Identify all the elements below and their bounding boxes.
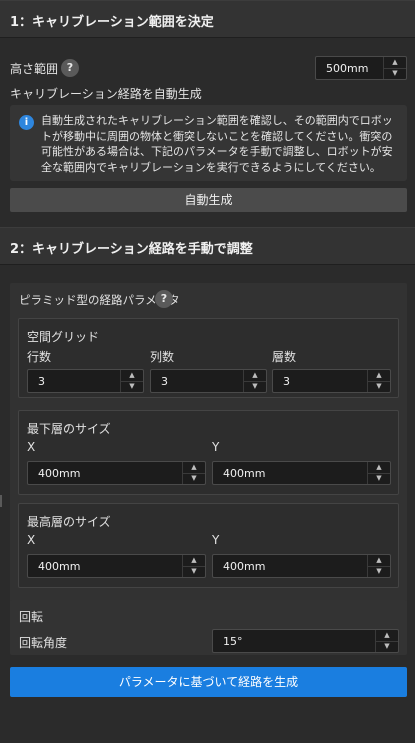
resize-handle[interactable] [0,495,2,507]
bottom-y-spinbox[interactable]: 400mm ▲ ▼ [212,461,391,485]
rows-label: 行数 [27,350,52,364]
help-icon[interactable]: ? [155,290,173,308]
rotation-angle-label: 回転角度 [19,636,68,650]
auto-generate-button[interactable]: 自動生成 [10,188,407,212]
help-icon[interactable]: ? [61,59,79,77]
section2-title: 2：キャリブレーション経路を手動で調整 [10,242,253,257]
info-box: i 自動生成されたキャリブレーション範囲を確認し、その範囲内でロボットが移動中に… [10,105,407,181]
bottom-x-value: 400mm [38,467,81,480]
top-x-spinbox[interactable]: 400mm ▲ ▼ [27,554,206,578]
auto-path-label: キャリブレーション経路を自動生成 [10,87,202,101]
section1-header: 1：キャリブレーション範囲を決定 [0,0,415,38]
decrement-arrow-icon[interactable]: ▼ [376,641,398,652]
info-icon: i [19,115,34,130]
decrement-arrow-icon[interactable]: ▼ [121,381,143,392]
top-layer-title: 最高層のサイズ [27,515,111,529]
cols-spinbox[interactable]: 3 ▲ ▼ [150,369,267,393]
bottom-x-label: X [27,440,36,454]
rows-value: 3 [38,375,45,388]
layers-label: 層数 [272,350,297,364]
info-text: 自動生成されたキャリブレーション範囲を確認し、その範囲内でロボットが移動中に周囲… [41,114,393,174]
rows-spinbox[interactable]: 3 ▲ ▼ [27,369,144,393]
cols-label: 列数 [150,350,175,364]
decrement-arrow-icon[interactable]: ▼ [368,381,390,392]
top-y-label: Y [212,533,220,547]
height-range-label: 高さ範囲 [10,62,59,76]
decrement-arrow-icon[interactable]: ▼ [183,473,205,484]
rotation-angle-value: 15° [223,635,243,648]
decrement-arrow-icon[interactable]: ▼ [183,566,205,577]
top-y-value: 400mm [223,560,266,573]
decrement-arrow-icon[interactable]: ▼ [384,68,406,79]
bottom-x-spinbox[interactable]: 400mm ▲ ▼ [27,461,206,485]
bottom-y-value: 400mm [223,467,266,480]
decrement-arrow-icon[interactable]: ▼ [244,381,266,392]
top-y-spinbox[interactable]: 400mm ▲ ▼ [212,554,391,578]
decrement-arrow-icon[interactable]: ▼ [368,566,390,577]
rotation-title: 回転 [19,610,44,624]
generate-path-button[interactable]: パラメータに基づいて経路を生成 [10,667,407,697]
bottom-layer-title: 最下層のサイズ [27,422,111,436]
top-x-value: 400mm [38,560,81,573]
spatial-grid-title: 空間グリッド [27,330,100,344]
top-x-label: X [27,533,36,547]
rotation-angle-spinbox[interactable]: 15° ▲ ▼ [212,629,399,653]
layers-spinbox[interactable]: 3 ▲ ▼ [272,369,391,393]
section2-header: 2：キャリブレーション経路を手動で調整 [0,227,415,265]
layers-value: 3 [283,375,290,388]
decrement-arrow-icon[interactable]: ▼ [368,473,390,484]
bottom-y-label: Y [212,440,220,454]
cols-value: 3 [161,375,168,388]
height-range-spinbox[interactable]: 500mm ▲ ▼ [315,56,407,80]
section1-title: 1：キャリブレーション範囲を決定 [10,15,214,30]
height-range-value: 500mm [326,62,369,75]
